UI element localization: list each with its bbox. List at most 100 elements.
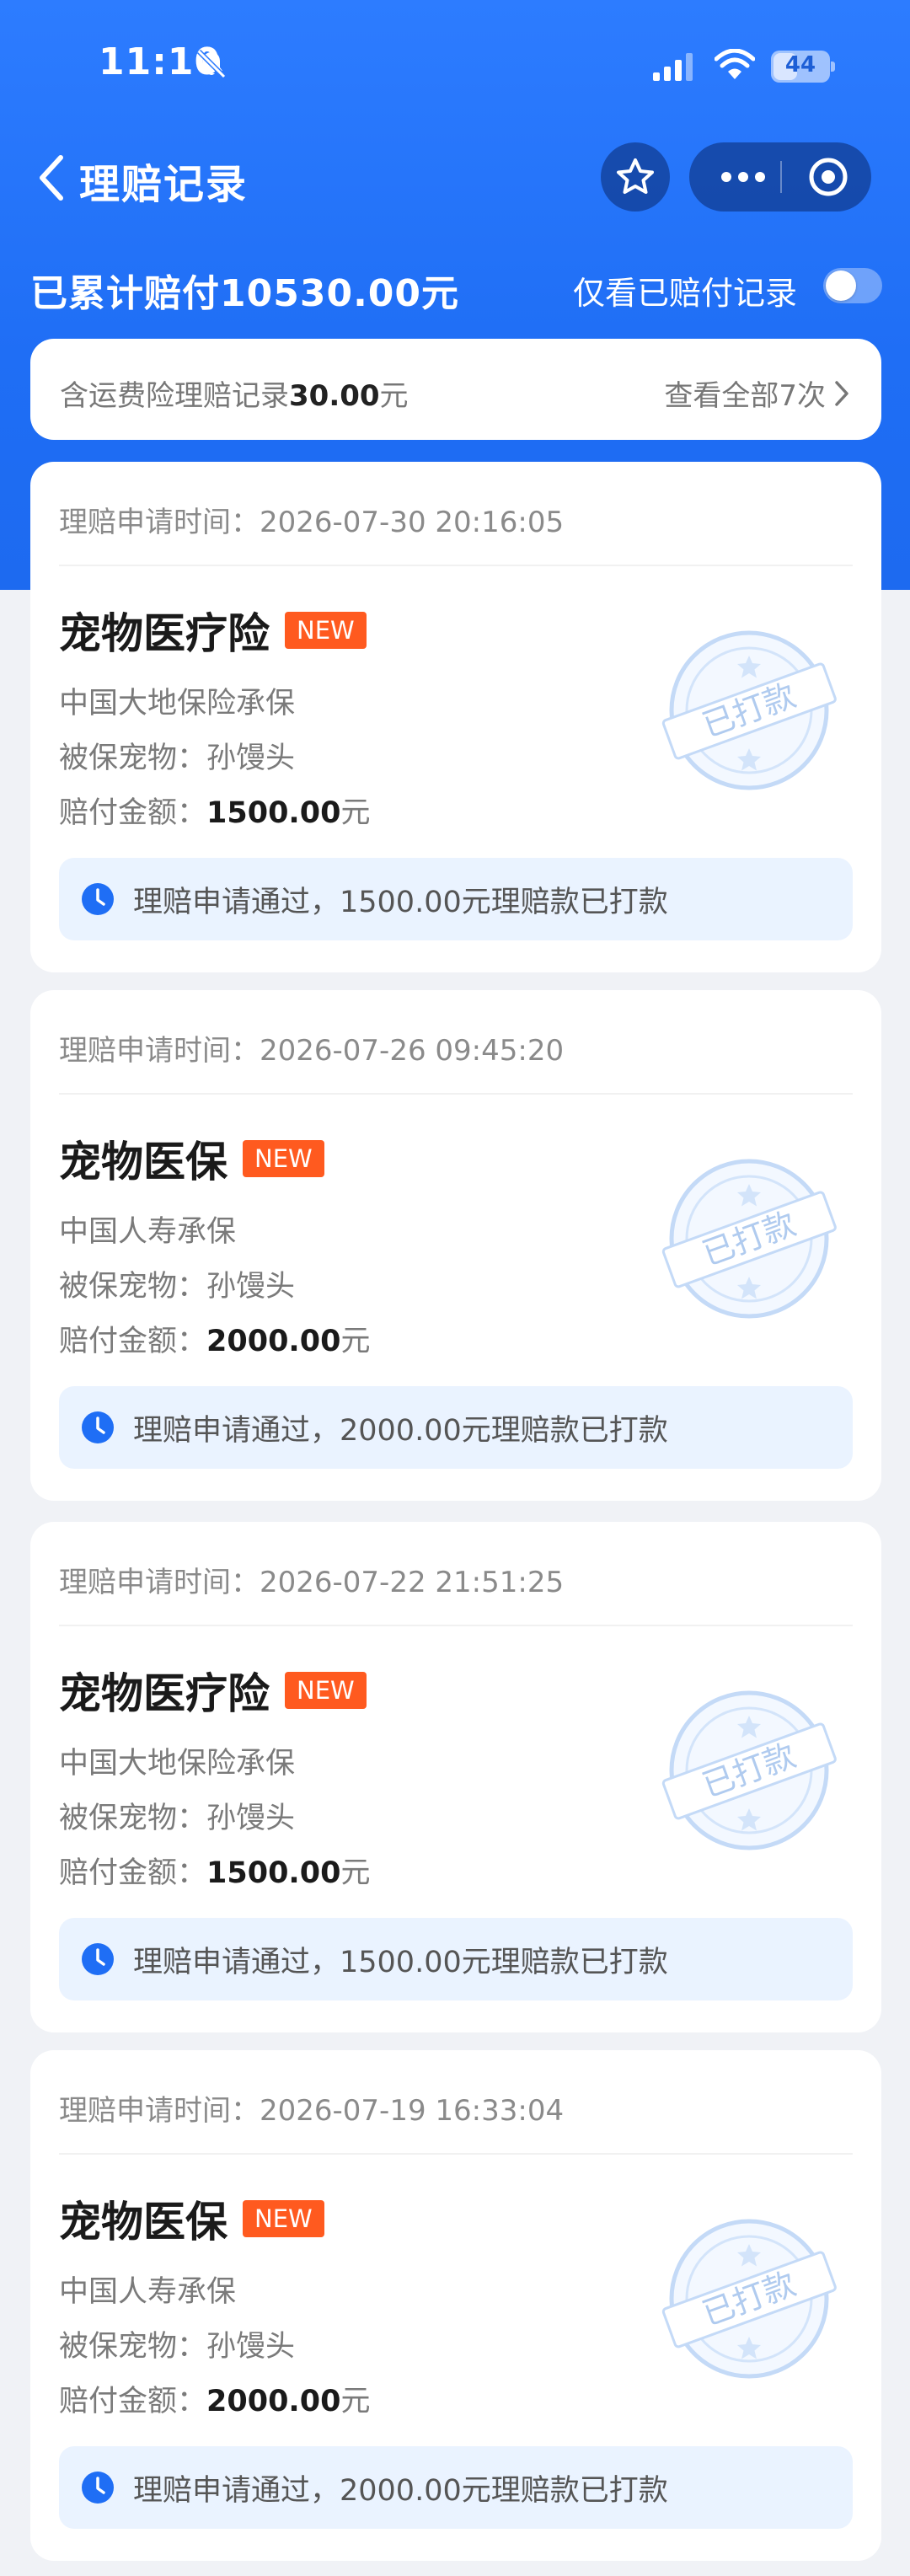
- claim-time-value: 2026-07-26 09:45:20: [260, 1034, 565, 1068]
- total-prefix: 已累计赔付: [30, 272, 220, 315]
- claim-card[interactable]: 理赔申请时间：2026-07-22 21:51:25 宠物医疗险 NEW 中国大地保险…: [30, 1522, 881, 2032]
- claim-product: 宠物医保 NEW: [59, 1128, 324, 1189]
- miniprogram-capsule: [689, 142, 871, 212]
- claim-insurer: 中国大地保险承保: [59, 1747, 296, 1781]
- claim-status-notice: 理赔申请通过，2000.00元理赔款已打款: [59, 1386, 853, 1469]
- paid-only-toggle[interactable]: [823, 268, 882, 303]
- claim-product: 宠物医保 NEW: [59, 2188, 324, 2249]
- claim-amount: 赔付金额：1500.00元: [59, 789, 370, 832]
- shipping-suffix: 元: [379, 379, 409, 413]
- paid-stamp-icon: 已打款: [661, 630, 837, 790]
- claim-insurer: 中国人寿承保: [59, 1215, 237, 1249]
- amount-unit: 元: [340, 1325, 371, 1358]
- claim-time: 理赔申请时间：2026-07-30 20:16:05: [59, 499, 564, 540]
- more-dots-icon[interactable]: [720, 166, 767, 188]
- amount-label: 赔付金额：: [59, 1856, 207, 1890]
- claim-status-notice: 理赔申请通过，1500.00元理赔款已打款: [59, 1918, 853, 2000]
- battery-percent: 44: [784, 52, 816, 78]
- amount-value: 2000.00: [206, 1325, 341, 1358]
- view-all-link[interactable]: 查看全部7次: [664, 372, 851, 414]
- card-divider: [59, 565, 853, 566]
- new-badge: NEW: [285, 612, 367, 649]
- claim-time-label: 理赔申请时间：: [59, 506, 260, 539]
- shipping-prefix: 含运费险理赔记录: [60, 379, 289, 413]
- chevron-right-icon: [835, 380, 848, 406]
- signal-icon: [653, 53, 693, 81]
- claim-time: 理赔申请时间：2026-07-26 09:45:20: [59, 1027, 564, 1068]
- amount-unit: 元: [340, 1856, 371, 1890]
- new-badge: NEW: [243, 1140, 324, 1177]
- clock-icon: [82, 1411, 114, 1443]
- chevron-left-icon[interactable]: [34, 151, 71, 205]
- page-title: 理赔记录: [79, 161, 249, 208]
- favorite-button[interactable]: [601, 142, 670, 212]
- claim-amount: 赔付金额：2000.00元: [59, 2377, 370, 2420]
- pet-label: 被保宠物：: [59, 1270, 207, 1304]
- status-bar: 11:10 44: [0, 0, 910, 135]
- shipping-claims-total: 含运费险理赔记录30.00元: [60, 372, 409, 414]
- amount-value: 2000.00: [206, 2385, 341, 2418]
- claim-status-notice: 理赔申请通过，2000.00元理赔款已打款: [59, 2446, 853, 2529]
- shipping-amount: 30.00: [289, 379, 380, 413]
- paid-stamp-icon: 已打款: [661, 2219, 837, 2379]
- status-text: 理赔申请通过，2000.00元理赔款已打款: [133, 2473, 668, 2508]
- pet-name: 孙馒头: [206, 1802, 296, 1835]
- target-icon[interactable]: [807, 156, 849, 198]
- amount-label: 赔付金额：: [59, 2385, 207, 2418]
- claim-pet: 被保宠物：孙馒头: [59, 2322, 295, 2365]
- product-name: 宠物医保: [59, 1138, 228, 1186]
- card-divider: [59, 1093, 853, 1095]
- pet-label: 被保宠物：: [59, 742, 207, 775]
- paid-only-label: 仅看已赔付记录: [573, 275, 798, 312]
- status-text: 理赔申请通过，1500.00元理赔款已打款: [133, 1945, 668, 1979]
- card-divider: [59, 2153, 853, 2155]
- claim-time: 理赔申请时间：2026-07-19 16:33:04: [59, 2087, 564, 2129]
- new-badge: NEW: [285, 1672, 367, 1709]
- amount-value: 1500.00: [206, 1856, 341, 1890]
- wifi-icon: [715, 49, 755, 79]
- amount-label: 赔付金额：: [59, 1325, 207, 1358]
- amount-unit: 元: [340, 2385, 371, 2418]
- claim-insurer: 中国大地保险承保: [59, 687, 296, 720]
- new-badge: NEW: [243, 2200, 324, 2237]
- claim-amount: 赔付金额：2000.00元: [59, 1317, 370, 1360]
- claim-time-value: 2026-07-22 21:51:25: [260, 1566, 565, 1599]
- amount-label: 赔付金额：: [59, 796, 207, 830]
- status-text: 理赔申请通过，2000.00元理赔款已打款: [133, 1413, 668, 1448]
- claim-pet: 被保宠物：孙馒头: [59, 1262, 295, 1305]
- claim-status-notice: 理赔申请通过，1500.00元理赔款已打款: [59, 858, 853, 940]
- pet-name: 孙馒头: [206, 1270, 296, 1304]
- claim-time-value: 2026-07-30 20:16:05: [260, 506, 565, 539]
- claim-insurer: 中国人寿承保: [59, 2275, 237, 2309]
- claim-time-label: 理赔申请时间：: [59, 1566, 260, 1599]
- claim-card[interactable]: 理赔申请时间：2026-07-19 16:33:04 宠物医保 NEW 中国人寿承保被…: [30, 2050, 881, 2561]
- pet-name: 孙馒头: [206, 742, 296, 775]
- clock-icon: [82, 2472, 114, 2504]
- claim-time-label: 理赔申请时间：: [59, 1034, 260, 1068]
- capsule-divider: [780, 161, 782, 193]
- claim-pet: 被保宠物：孙馒头: [59, 1794, 295, 1837]
- product-name: 宠物医疗险: [59, 609, 270, 658]
- status-text: 理赔申请通过，1500.00元理赔款已打款: [133, 885, 668, 919]
- total-suffix: 元: [421, 272, 460, 315]
- amount-unit: 元: [340, 796, 371, 830]
- claim-card[interactable]: 理赔申请时间：2026-07-26 09:45:20 宠物医保 NEW 中国人寿承保被…: [30, 990, 881, 1501]
- claim-amount: 赔付金额：1500.00元: [59, 1849, 370, 1892]
- toggle-knob: [826, 270, 856, 301]
- amount-value: 1500.00: [206, 796, 341, 830]
- claims-page: 11:10 44 理赔记录 已累计赔付10530.00元 仅看已赔付记录 含运费…: [0, 0, 910, 2576]
- claim-card[interactable]: 理赔申请时间：2026-07-30 20:16:05 宠物医疗险 NEW 中国大地保险…: [30, 462, 881, 972]
- shipping-insurance-summary[interactable]: 含运费险理赔记录30.00元 查看全部7次: [30, 339, 881, 440]
- claim-time: 理赔申请时间：2026-07-22 21:51:25: [59, 1559, 564, 1600]
- bell-slash-icon: [196, 49, 227, 79]
- claim-product: 宠物医疗险 NEW: [59, 600, 367, 661]
- pet-label: 被保宠物：: [59, 2330, 207, 2364]
- claim-time-label: 理赔申请时间：: [59, 2094, 260, 2128]
- claim-product: 宠物医疗险 NEW: [59, 1660, 367, 1721]
- paid-stamp-icon: 已打款: [661, 1690, 837, 1850]
- clock-icon: [82, 1943, 114, 1975]
- total-claimed: 已累计赔付10530.00元: [30, 263, 459, 317]
- product-name: 宠物医保: [59, 2198, 228, 2247]
- product-name: 宠物医疗险: [59, 1669, 270, 1718]
- pet-label: 被保宠物：: [59, 1802, 207, 1835]
